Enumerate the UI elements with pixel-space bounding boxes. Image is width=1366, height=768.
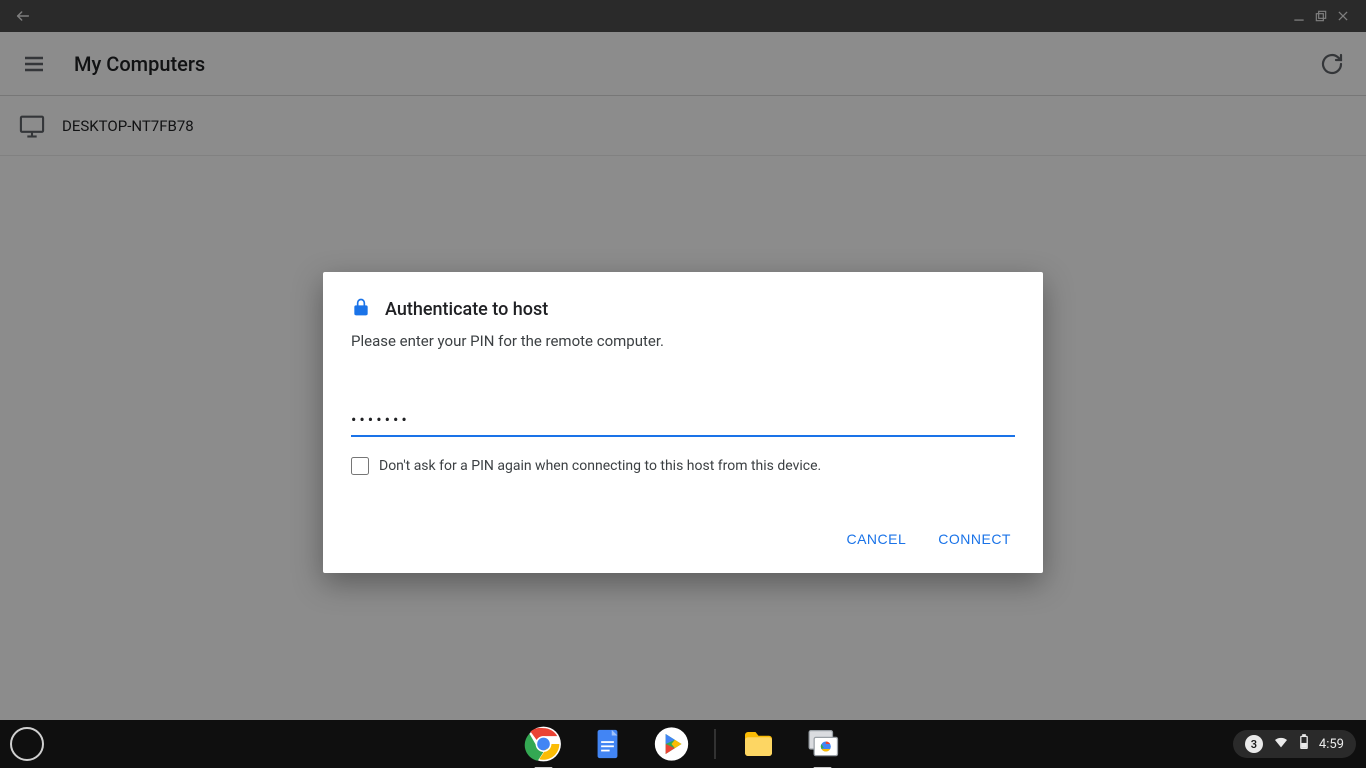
shelf-app-docs[interactable]	[587, 723, 629, 765]
auth-dialog: Authenticate to host Please enter your P…	[323, 272, 1043, 573]
shelf: 3 4:59	[0, 720, 1366, 768]
shelf-app-play[interactable]	[651, 723, 693, 765]
cancel-button[interactable]: CANCEL	[842, 525, 910, 553]
shelf-apps	[523, 723, 844, 765]
shelf-app-chrome[interactable]	[523, 723, 565, 765]
notification-badge: 3	[1245, 735, 1263, 753]
shelf-divider	[715, 729, 716, 759]
dialog-title: Authenticate to host	[385, 299, 548, 320]
remember-checkbox[interactable]	[351, 457, 369, 475]
lock-icon	[351, 296, 371, 322]
shelf-app-files[interactable]	[738, 723, 780, 765]
pin-input[interactable]	[351, 406, 1015, 437]
remember-label[interactable]: Don't ask for a PIN again when connectin…	[379, 458, 821, 474]
status-clock: 4:59	[1319, 737, 1344, 752]
launcher-button[interactable]	[10, 727, 44, 761]
status-tray[interactable]: 3 4:59	[1233, 730, 1356, 758]
battery-icon	[1299, 734, 1309, 754]
wifi-icon	[1273, 734, 1289, 754]
dialog-subtitle: Please enter your PIN for the remote com…	[351, 332, 1015, 350]
connect-button[interactable]: CONNECT	[934, 525, 1015, 553]
shelf-app-remote-desktop[interactable]	[802, 723, 844, 765]
